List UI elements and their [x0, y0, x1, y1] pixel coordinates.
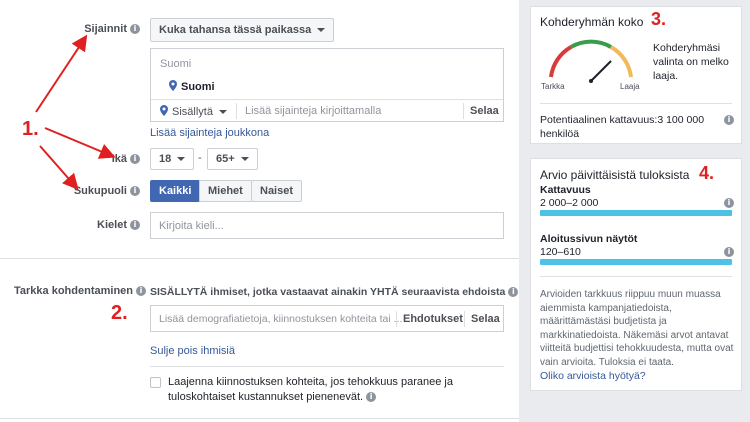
views-bar	[540, 259, 732, 265]
gauge-right-label: Laaja	[620, 82, 640, 91]
info-icon[interactable]: i	[130, 154, 140, 164]
info-icon[interactable]: i	[508, 287, 519, 297]
daily-results-card: Arvio päivittäisistä tuloksista 4. Katta…	[530, 158, 742, 391]
gender-all-button[interactable]: Kaikki	[150, 180, 201, 202]
language-input[interactable]: Kirjoita kieli...	[150, 212, 504, 239]
info-icon[interactable]: i	[130, 220, 140, 230]
info-icon[interactable]: i	[724, 198, 734, 208]
annotation-1: 1.	[22, 118, 39, 140]
reach-label: Kattavuus	[540, 184, 591, 196]
estimates-note: Arvioiden tarkkuus riippuu muun muassa a…	[540, 289, 734, 368]
expand-interests-text: Laajenna kiinnostuksen kohteita, jos teh…	[168, 376, 453, 403]
audience-description: Kohderyhmäsi valinta on melko laaja.	[653, 42, 729, 82]
bulk-locations-link[interactable]: Lisää sijainteja joukkona	[150, 127, 269, 139]
location-pin-icon	[169, 80, 177, 91]
chevron-down-icon	[218, 110, 227, 114]
audience-size-card: Kohderyhmän koko 3. Tarkka Laaja Kohdery…	[530, 6, 742, 144]
info-icon[interactable]: i	[366, 392, 377, 402]
info-icon[interactable]: i	[130, 186, 140, 196]
views-value: 120–610	[540, 246, 581, 258]
location-box: Suomi Suomi Sisällytä Lisää sijainteja k…	[150, 48, 504, 122]
chevron-down-icon	[240, 157, 249, 161]
detailed-search-input[interactable]: Lisää demografiatietoja, kiinnostuksen k…	[159, 313, 402, 325]
detailed-targeting-input: Lisää demografiatietoja, kiinnostuksen k…	[150, 305, 504, 332]
location-pin-icon	[160, 105, 168, 116]
location-type-dropdown[interactable]: Kuka tahansa tässä paikassa	[150, 18, 335, 42]
info-icon[interactable]: i	[724, 247, 734, 257]
gender-label: Sukupuoli i	[50, 185, 140, 197]
detailed-browse-button[interactable]: Selaa	[471, 313, 500, 325]
location-browse-button[interactable]: Selaa	[470, 105, 499, 117]
audience-gauge	[549, 39, 633, 83]
detailed-targeting-label: Tarkka kohdentaminen i	[14, 285, 146, 297]
locations-label: Sijainnit i	[60, 23, 140, 35]
estimates-title: Arvio päivittäisistä tuloksista	[540, 168, 690, 182]
info-icon[interactable]: i	[130, 24, 140, 34]
chevron-down-icon	[317, 28, 326, 32]
age-separator: -	[198, 152, 202, 164]
region-header: Suomi	[160, 58, 192, 70]
info-icon[interactable]: i	[724, 115, 734, 125]
age-min-dropdown[interactable]: 18	[150, 148, 195, 170]
potential-reach: Potentiaalinen kattavuus:3 100 000 henki…	[540, 114, 705, 140]
suggestions-button[interactable]: Ehdotukset	[403, 313, 463, 325]
info-icon[interactable]: i	[136, 286, 146, 296]
age-max-dropdown[interactable]: 65+	[207, 148, 258, 170]
gauge-left-label: Tarkka	[541, 82, 565, 91]
targeting-panel: Sijainnit i Kuka tahansa tässä paikassa S…	[0, 0, 519, 422]
selected-location[interactable]: Suomi	[169, 80, 215, 93]
annotation-4: 4.	[699, 163, 715, 183]
chevron-down-icon	[177, 157, 186, 161]
annotation-2: 2.	[111, 302, 128, 324]
include-dropdown[interactable]: Sisällytä	[160, 105, 227, 118]
location-search-input[interactable]: Lisää sijainteja kirjoittamalla	[245, 105, 381, 117]
audience-title: Kohderyhmän koko	[540, 15, 644, 29]
languages-label: Kielet i	[60, 219, 140, 231]
annotation-3: 3.	[651, 9, 667, 29]
views-label: Aloitussivun näytöt	[540, 233, 638, 245]
reach-value: 2 000–2 000	[540, 197, 599, 209]
detailed-instruction: SISÄLLYTÄ ihmiset, jotka vastaavat ainak…	[150, 286, 519, 298]
gender-women-button[interactable]: Naiset	[251, 180, 303, 202]
feedback-link[interactable]: Oliko arvioista hyötyä?	[540, 370, 646, 382]
expand-interests-checkbox[interactable]	[150, 377, 161, 388]
gender-men-button[interactable]: Miehet	[199, 180, 252, 202]
age-label: Ikä i	[60, 153, 140, 165]
exclude-people-link[interactable]: Sulje pois ihmisiä	[150, 345, 235, 357]
reach-bar	[540, 210, 732, 216]
